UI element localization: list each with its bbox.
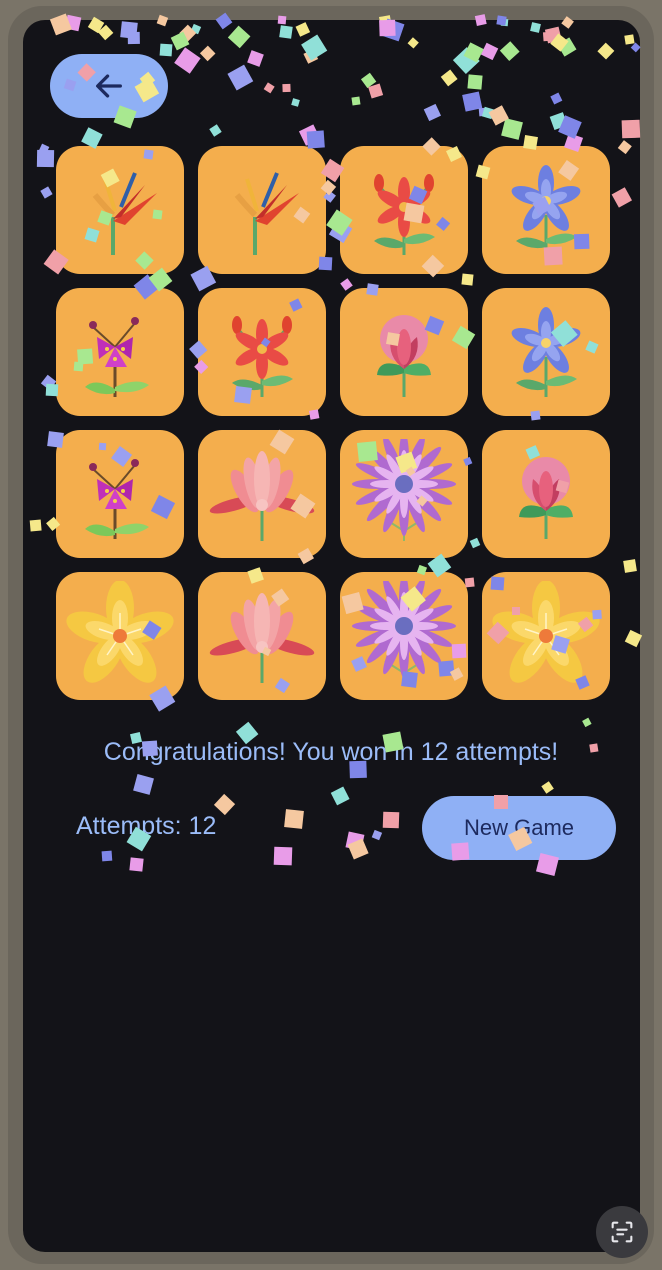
memory-card[interactable] bbox=[340, 572, 468, 700]
blue-bellflower-flower-icon bbox=[511, 165, 581, 255]
memory-card[interactable] bbox=[198, 430, 326, 558]
memory-card[interactable] bbox=[198, 572, 326, 700]
memory-card[interactable] bbox=[482, 288, 610, 416]
purple-daisy-flower-icon bbox=[352, 581, 456, 683]
arrow-left-icon bbox=[96, 74, 122, 98]
back-button[interactable] bbox=[50, 54, 168, 118]
pink-lotus-flower-icon bbox=[209, 451, 315, 541]
screen-scan-icon bbox=[611, 1221, 633, 1243]
memory-card[interactable] bbox=[482, 146, 610, 274]
purple-daisy-flower-icon bbox=[352, 439, 456, 541]
memory-card[interactable] bbox=[56, 288, 184, 416]
new-game-button[interactable]: New Game bbox=[422, 796, 616, 860]
memory-card[interactable] bbox=[198, 146, 326, 274]
magenta-bougainvillea-flower-icon bbox=[85, 459, 149, 539]
bird-of-paradise-flower-icon bbox=[234, 172, 299, 255]
memory-card[interactable] bbox=[198, 288, 326, 416]
red-lily-flower-icon bbox=[374, 174, 435, 255]
memory-card[interactable] bbox=[340, 288, 468, 416]
memory-card[interactable] bbox=[56, 572, 184, 700]
memory-card[interactable] bbox=[482, 572, 610, 700]
magenta-bougainvillea-flower-icon bbox=[85, 317, 149, 397]
memory-card[interactable] bbox=[482, 430, 610, 558]
yellow-star-flower-flower-icon bbox=[492, 581, 600, 683]
pink-tulip-bud-flower-icon bbox=[377, 315, 431, 397]
attempts-counter: Attempts: 12 bbox=[76, 812, 217, 840]
yellow-star-flower-flower-icon bbox=[66, 581, 174, 683]
pink-tulip-bud-flower-icon bbox=[519, 457, 573, 539]
memory-card[interactable] bbox=[56, 430, 184, 558]
memory-card-grid bbox=[56, 146, 610, 702]
memory-card[interactable] bbox=[340, 430, 468, 558]
bird-of-paradise-flower-icon bbox=[92, 172, 157, 255]
memory-card[interactable] bbox=[340, 146, 468, 274]
memory-card[interactable] bbox=[56, 146, 184, 274]
screen-scan-button[interactable] bbox=[596, 1206, 648, 1258]
blue-bellflower-flower-icon bbox=[511, 307, 581, 397]
red-lily-flower-icon bbox=[232, 316, 293, 397]
pink-lotus-flower-icon bbox=[209, 593, 315, 683]
win-message: Congratulations! You won in 12 attempts! bbox=[103, 738, 559, 766]
